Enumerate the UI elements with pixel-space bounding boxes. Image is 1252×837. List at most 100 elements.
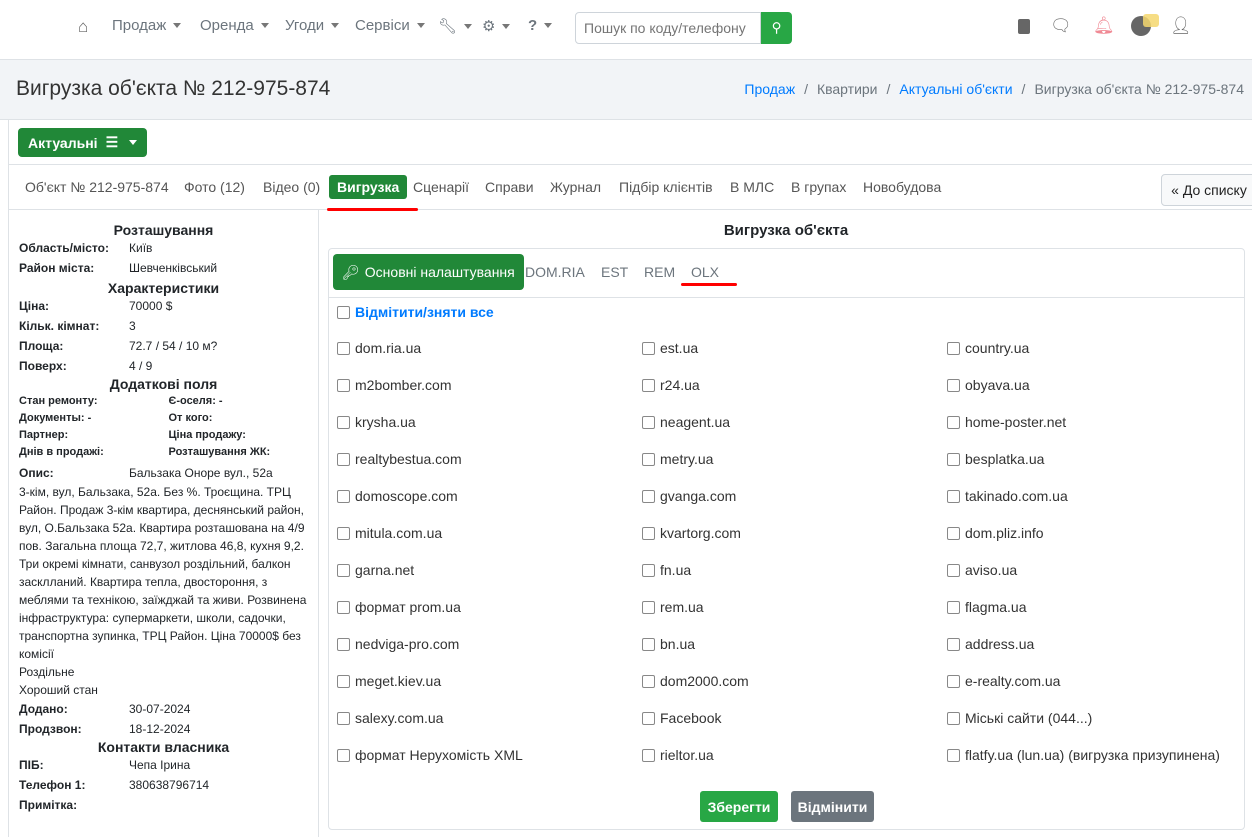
site-checkbox-item[interactable]: m2bomber.com bbox=[337, 377, 642, 414]
book-icon[interactable] bbox=[1018, 19, 1030, 34]
tab-scenarios[interactable]: Сценарії bbox=[413, 179, 469, 195]
nav-deals[interactable]: Угоди bbox=[285, 17, 340, 34]
checkbox[interactable] bbox=[947, 453, 960, 466]
checkbox[interactable] bbox=[642, 712, 655, 725]
site-checkbox-item[interactable]: nedviga-pro.com bbox=[337, 636, 642, 673]
checkbox[interactable] bbox=[337, 453, 350, 466]
tab-groups[interactable]: В групах bbox=[791, 179, 846, 195]
tab-photo[interactable]: Фото (12) bbox=[184, 179, 245, 195]
tab-video[interactable]: Відео (0) bbox=[263, 179, 320, 195]
nav-sales[interactable]: Продаж bbox=[112, 17, 182, 34]
checkbox[interactable] bbox=[642, 527, 655, 540]
breadcrumb-actual-objects[interactable]: Актуальні об'єкти bbox=[899, 81, 1012, 97]
checkbox[interactable] bbox=[337, 749, 350, 762]
checkbox[interactable] bbox=[337, 416, 350, 429]
checkbox[interactable] bbox=[642, 342, 655, 355]
site-checkbox-item[interactable]: domoscope.com bbox=[337, 488, 642, 525]
checkbox[interactable] bbox=[642, 490, 655, 503]
tab-journal[interactable]: Журнал bbox=[550, 179, 601, 195]
checkbox[interactable] bbox=[337, 712, 350, 725]
tab-olx[interactable]: OLX bbox=[691, 264, 719, 280]
site-checkbox-item[interactable]: flagma.ua bbox=[947, 599, 1242, 636]
checkbox[interactable] bbox=[642, 749, 655, 762]
cancel-button[interactable]: Відмінити bbox=[791, 791, 874, 822]
site-checkbox-item[interactable]: mitula.com.ua bbox=[337, 525, 642, 562]
tab-domria[interactable]: DOM.RIA bbox=[525, 264, 585, 280]
site-checkbox-item[interactable]: salexy.com.ua bbox=[337, 710, 642, 747]
checkbox[interactable] bbox=[337, 527, 350, 540]
checkbox[interactable] bbox=[947, 379, 960, 392]
site-checkbox-item[interactable]: bn.ua bbox=[642, 636, 947, 673]
toggle-all-checkbox[interactable]: Відмітити/зняти все bbox=[337, 304, 494, 320]
site-checkbox-item[interactable]: besplatka.ua bbox=[947, 451, 1242, 488]
site-checkbox-item[interactable]: flatfy.ua (lun.ua) (вигрузка призупинена… bbox=[947, 747, 1242, 784]
nav-settings[interactable]: ⚙ bbox=[482, 17, 511, 35]
search-input[interactable] bbox=[575, 12, 761, 44]
site-checkbox-item[interactable]: gvanga.com bbox=[642, 488, 947, 525]
search-button[interactable]: ⚲ bbox=[761, 12, 792, 44]
site-checkbox-item[interactable]: garna.net bbox=[337, 562, 642, 599]
checkbox[interactable] bbox=[337, 638, 350, 651]
site-checkbox-item[interactable]: Facebook bbox=[642, 710, 947, 747]
checkbox[interactable] bbox=[642, 564, 655, 577]
nav-tools[interactable]: 🔧︎ bbox=[438, 17, 473, 35]
checkbox[interactable] bbox=[947, 416, 960, 429]
site-checkbox-item[interactable]: country.ua bbox=[947, 340, 1242, 377]
checkbox[interactable] bbox=[947, 638, 960, 651]
tab-rem[interactable]: REM bbox=[644, 264, 675, 280]
checkbox[interactable] bbox=[947, 749, 960, 762]
checkbox[interactable] bbox=[947, 527, 960, 540]
site-checkbox-item[interactable]: kvartorg.com bbox=[642, 525, 947, 562]
site-checkbox-item[interactable]: home-poster.net bbox=[947, 414, 1242, 451]
site-checkbox-item[interactable]: address.ua bbox=[947, 636, 1242, 673]
site-checkbox-item[interactable]: neagent.ua bbox=[642, 414, 947, 451]
checkbox[interactable] bbox=[642, 675, 655, 688]
site-checkbox-item[interactable]: формат prom.ua bbox=[337, 599, 642, 636]
site-checkbox-item[interactable]: rem.ua bbox=[642, 599, 947, 636]
status-dropdown-button[interactable]: Актуальні ☰ bbox=[18, 128, 148, 157]
nav-services[interactable]: Сервіси bbox=[355, 17, 425, 34]
tab-client-match[interactable]: Підбір клієнтів bbox=[619, 179, 713, 195]
site-checkbox-item[interactable]: krysha.ua bbox=[337, 414, 642, 451]
site-checkbox-item[interactable]: aviso.ua bbox=[947, 562, 1242, 599]
checkbox[interactable] bbox=[642, 416, 655, 429]
checkbox[interactable] bbox=[337, 379, 350, 392]
tab-cases[interactable]: Справи bbox=[485, 179, 534, 195]
checkbox[interactable] bbox=[947, 601, 960, 614]
checkbox[interactable] bbox=[947, 490, 960, 503]
nav-help[interactable]: ? bbox=[528, 17, 553, 34]
chat-icon[interactable]: 🗨︎ bbox=[1050, 16, 1072, 36]
site-checkbox-item[interactable]: e-realty.com.ua bbox=[947, 673, 1242, 710]
checkbox[interactable] bbox=[947, 712, 960, 725]
tab-export[interactable]: Вигрузка bbox=[329, 175, 408, 199]
site-checkbox-item[interactable]: dom2000.com bbox=[642, 673, 947, 710]
site-checkbox-item[interactable]: Міські сайти (044...) bbox=[947, 710, 1242, 747]
checkbox[interactable] bbox=[337, 490, 350, 503]
site-checkbox-item[interactable]: meget.kiev.ua bbox=[337, 673, 642, 710]
tab-main-settings[interactable]: 🔑︎ Основні налаштування bbox=[333, 254, 524, 290]
site-checkbox-item[interactable]: metry.ua bbox=[642, 451, 947, 488]
site-checkbox-item[interactable]: формат Нерухомість XML bbox=[337, 747, 642, 784]
site-checkbox-item[interactable]: obyava.ua bbox=[947, 377, 1242, 414]
checkbox[interactable] bbox=[947, 675, 960, 688]
site-checkbox-item[interactable]: realtybestua.com bbox=[337, 451, 642, 488]
tab-object[interactable]: Об'єкт № 212-975-874 bbox=[25, 179, 169, 195]
tab-est[interactable]: EST bbox=[601, 264, 628, 280]
checkbox[interactable] bbox=[642, 601, 655, 614]
tab-new-building[interactable]: Новобудова bbox=[863, 179, 941, 195]
site-checkbox-item[interactable]: rieltor.ua bbox=[642, 747, 947, 784]
breadcrumb-sales[interactable]: Продаж bbox=[744, 81, 795, 97]
site-checkbox-item[interactable]: takinado.com.ua bbox=[947, 488, 1242, 525]
checkbox[interactable] bbox=[337, 601, 350, 614]
checkbox[interactable] bbox=[642, 638, 655, 651]
site-checkbox-item[interactable]: r24.ua bbox=[642, 377, 947, 414]
site-checkbox-item[interactable]: est.ua bbox=[642, 340, 947, 377]
checkbox[interactable] bbox=[337, 675, 350, 688]
site-checkbox-item[interactable]: fn.ua bbox=[642, 562, 947, 599]
checkbox[interactable] bbox=[947, 564, 960, 577]
site-checkbox-item[interactable]: dom.ria.ua bbox=[337, 340, 642, 377]
nav-rent[interactable]: Оренда bbox=[200, 17, 269, 34]
bell-icon[interactable]: 🔔︎ bbox=[1093, 16, 1115, 36]
checkbox[interactable] bbox=[337, 306, 350, 319]
checkbox[interactable] bbox=[337, 564, 350, 577]
